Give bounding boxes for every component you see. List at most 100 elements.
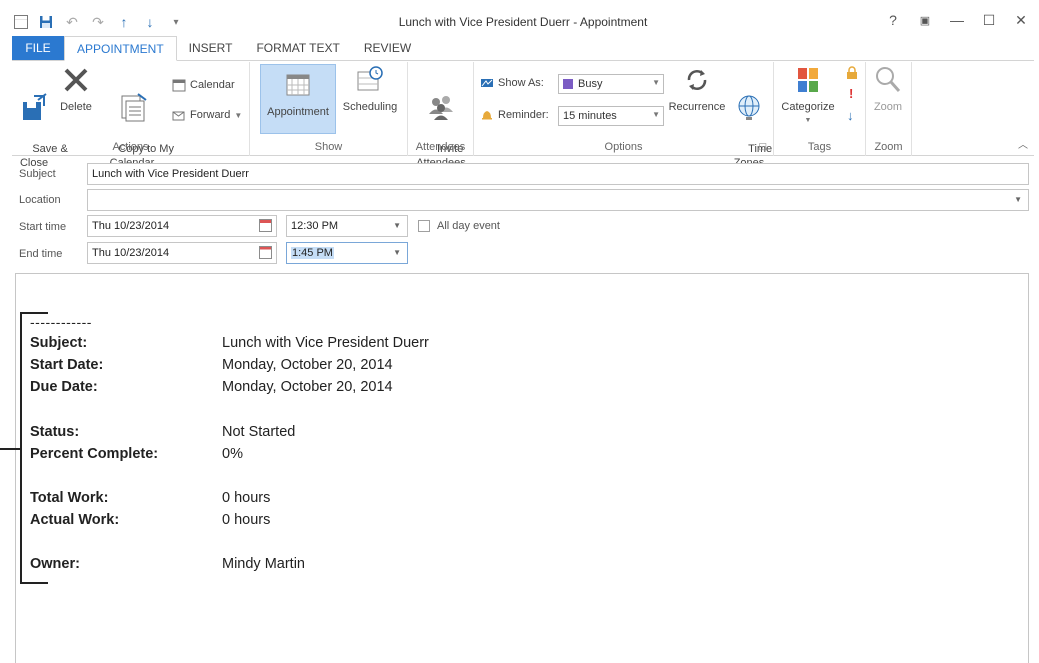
- forward-button[interactable]: Forward ▼: [172, 108, 242, 122]
- low-importance-icon[interactable]: ↓: [847, 108, 854, 123]
- tab-insert[interactable]: INSERT: [177, 36, 245, 60]
- detail-key: Status:: [30, 424, 80, 440]
- zoom-label: Zoom: [873, 101, 903, 113]
- location-dropdown-icon[interactable]: ▼: [1014, 195, 1022, 204]
- appointment-label: Appointment: [267, 106, 329, 118]
- reminder-label-wrap: Reminder:: [480, 108, 549, 122]
- undo-icon[interactable]: ↶: [64, 14, 80, 30]
- quick-access-toolbar: ↶ ↷ ↑ ↓ ▾: [12, 14, 184, 30]
- zoom-group-label: Zoom: [874, 141, 903, 153]
- maximize-icon[interactable]: ☐: [982, 12, 996, 28]
- detail-key: Actual Work:: [30, 512, 120, 528]
- minimize-icon[interactable]: —: [950, 12, 964, 28]
- detail-value: 0 hours: [222, 512, 271, 528]
- start-time-dropdown-icon[interactable]: ▼: [393, 221, 401, 230]
- start-time-label: Start time: [19, 221, 67, 233]
- close-icon[interactable]: ✕: [1014, 12, 1028, 28]
- reminder-arrow-icon: ▼: [652, 110, 660, 119]
- recurrence-label: Recurrence: [668, 101, 726, 113]
- save-icon[interactable]: [38, 14, 54, 30]
- detail-value: Not Started: [222, 424, 296, 440]
- subject-label: Subject: [19, 168, 56, 180]
- save-close-button[interactable]: Save & Close: [14, 64, 68, 184]
- forward-dropdown-icon: ▼: [234, 110, 243, 120]
- magnifier-icon: [876, 67, 901, 92]
- detail-key: Owner:: [30, 556, 80, 572]
- start-date-value: Thu 10/23/2014: [92, 220, 170, 232]
- calendar-icon[interactable]: [14, 15, 28, 29]
- categorize-icon: [798, 68, 818, 92]
- detail-value: 0 hours: [222, 490, 271, 506]
- show-group-label: Show: [314, 141, 343, 153]
- end-time-value: 1:45 PM: [291, 247, 334, 259]
- calendar-button[interactable]: Calendar: [172, 78, 235, 92]
- end-time-input[interactable]: 1:45 PM ▼: [286, 242, 408, 264]
- redo-icon[interactable]: ↷: [90, 14, 106, 30]
- ribbon-display-options-icon[interactable]: ▣: [918, 12, 932, 28]
- all-day-checkbox[interactable]: [418, 220, 430, 232]
- title-bar: ↶ ↷ ↑ ↓ ▾ Lunch with Vice President Duer…: [12, 8, 1034, 36]
- delete-icon: [64, 68, 88, 92]
- actions-group-label: Actions: [112, 141, 149, 153]
- customize-qat-icon[interactable]: ▾: [168, 14, 184, 30]
- callout-pointer: [0, 448, 22, 450]
- attendees-group-label: Attendees: [415, 141, 466, 153]
- categorize-button[interactable]: Categorize ▼: [778, 64, 838, 128]
- collapse-ribbon-icon[interactable]: ︿: [1018, 136, 1028, 151]
- high-importance-icon[interactable]: !: [849, 86, 853, 101]
- detail-value: 0%: [222, 446, 243, 462]
- subject-input[interactable]: Lunch with Vice President Duerr: [87, 163, 1029, 185]
- location-input[interactable]: ▼: [87, 189, 1029, 211]
- show-as-icon: [481, 79, 493, 87]
- options-dialog-launcher-icon[interactable]: ◲: [758, 141, 767, 152]
- start-time-input[interactable]: 12:30 PM ▼: [286, 215, 408, 237]
- detail-value: Mindy Martin: [222, 556, 305, 572]
- start-date-calendar-icon[interactable]: [259, 219, 272, 232]
- private-icon[interactable]: [846, 66, 858, 80]
- task-detail-row: Status: Not Started: [30, 424, 295, 440]
- calendar-label: Calendar: [190, 79, 235, 91]
- delete-label: Delete: [60, 101, 92, 113]
- categorize-dropdown-icon: ▼: [804, 117, 812, 124]
- options-group-label: Options: [604, 141, 643, 153]
- show-as-dropdown[interactable]: Busy ▼: [558, 74, 664, 94]
- tags-group: Categorize ▼ ! ↓ Tags: [774, 62, 866, 156]
- detail-value: Lunch with Vice President Duerr: [222, 335, 429, 351]
- attendees-group: Invite Attendees Attendees: [408, 62, 474, 169]
- scheduling-label: Scheduling: [342, 101, 398, 113]
- reminder-dropdown[interactable]: 15 minutes ▼: [558, 106, 664, 126]
- options-group: Show As: Busy ▼ Reminder: 15 minutes ▼ R…: [474, 62, 774, 169]
- bell-icon: [482, 111, 492, 120]
- notes-body[interactable]: [15, 273, 1029, 663]
- task-detail-row: Actual Work: 0 hours: [30, 512, 270, 528]
- forward-icon: [172, 111, 185, 121]
- end-date-input[interactable]: Thu 10/23/2014: [87, 242, 277, 264]
- recurrence-button[interactable]: Recurrence: [666, 64, 728, 114]
- detail-key: Percent Complete:: [30, 446, 159, 462]
- scheduling-button[interactable]: Scheduling: [338, 64, 402, 114]
- delete-button[interactable]: Delete: [58, 64, 94, 114]
- detail-value: Monday, October 20, 2014: [222, 357, 393, 373]
- end-time-label: End time: [19, 248, 63, 260]
- next-item-icon[interactable]: ↓: [142, 14, 158, 30]
- appointment-icon: [286, 74, 310, 96]
- task-detail-row: Owner: Mindy Martin: [30, 556, 305, 572]
- tab-format-text[interactable]: FORMAT TEXT: [244, 36, 351, 60]
- appointment-button[interactable]: Appointment: [260, 64, 336, 134]
- zoom-button[interactable]: Zoom: [868, 64, 908, 114]
- help-icon[interactable]: ?: [886, 12, 900, 28]
- start-date-input[interactable]: Thu 10/23/2014: [87, 215, 277, 237]
- task-detail-row: Due Date: Monday, October 20, 2014: [30, 379, 393, 395]
- copy-calendar-icon: [121, 93, 147, 122]
- ribbon: Save & Close Delete Copy to My Calendar …: [12, 62, 1034, 169]
- detail-key: Start Date:: [30, 357, 104, 373]
- notes-divider: ------------: [30, 314, 92, 330]
- tab-file[interactable]: FILE: [12, 36, 64, 60]
- end-time-dropdown-icon[interactable]: ▼: [393, 248, 401, 257]
- tab-appointment[interactable]: APPOINTMENT: [64, 36, 177, 61]
- recurrence-icon: [687, 70, 707, 90]
- detail-key: Total Work:: [30, 490, 109, 506]
- end-date-calendar-icon[interactable]: [259, 246, 272, 259]
- previous-item-icon[interactable]: ↑: [116, 14, 132, 30]
- tab-review[interactable]: REVIEW: [352, 36, 423, 60]
